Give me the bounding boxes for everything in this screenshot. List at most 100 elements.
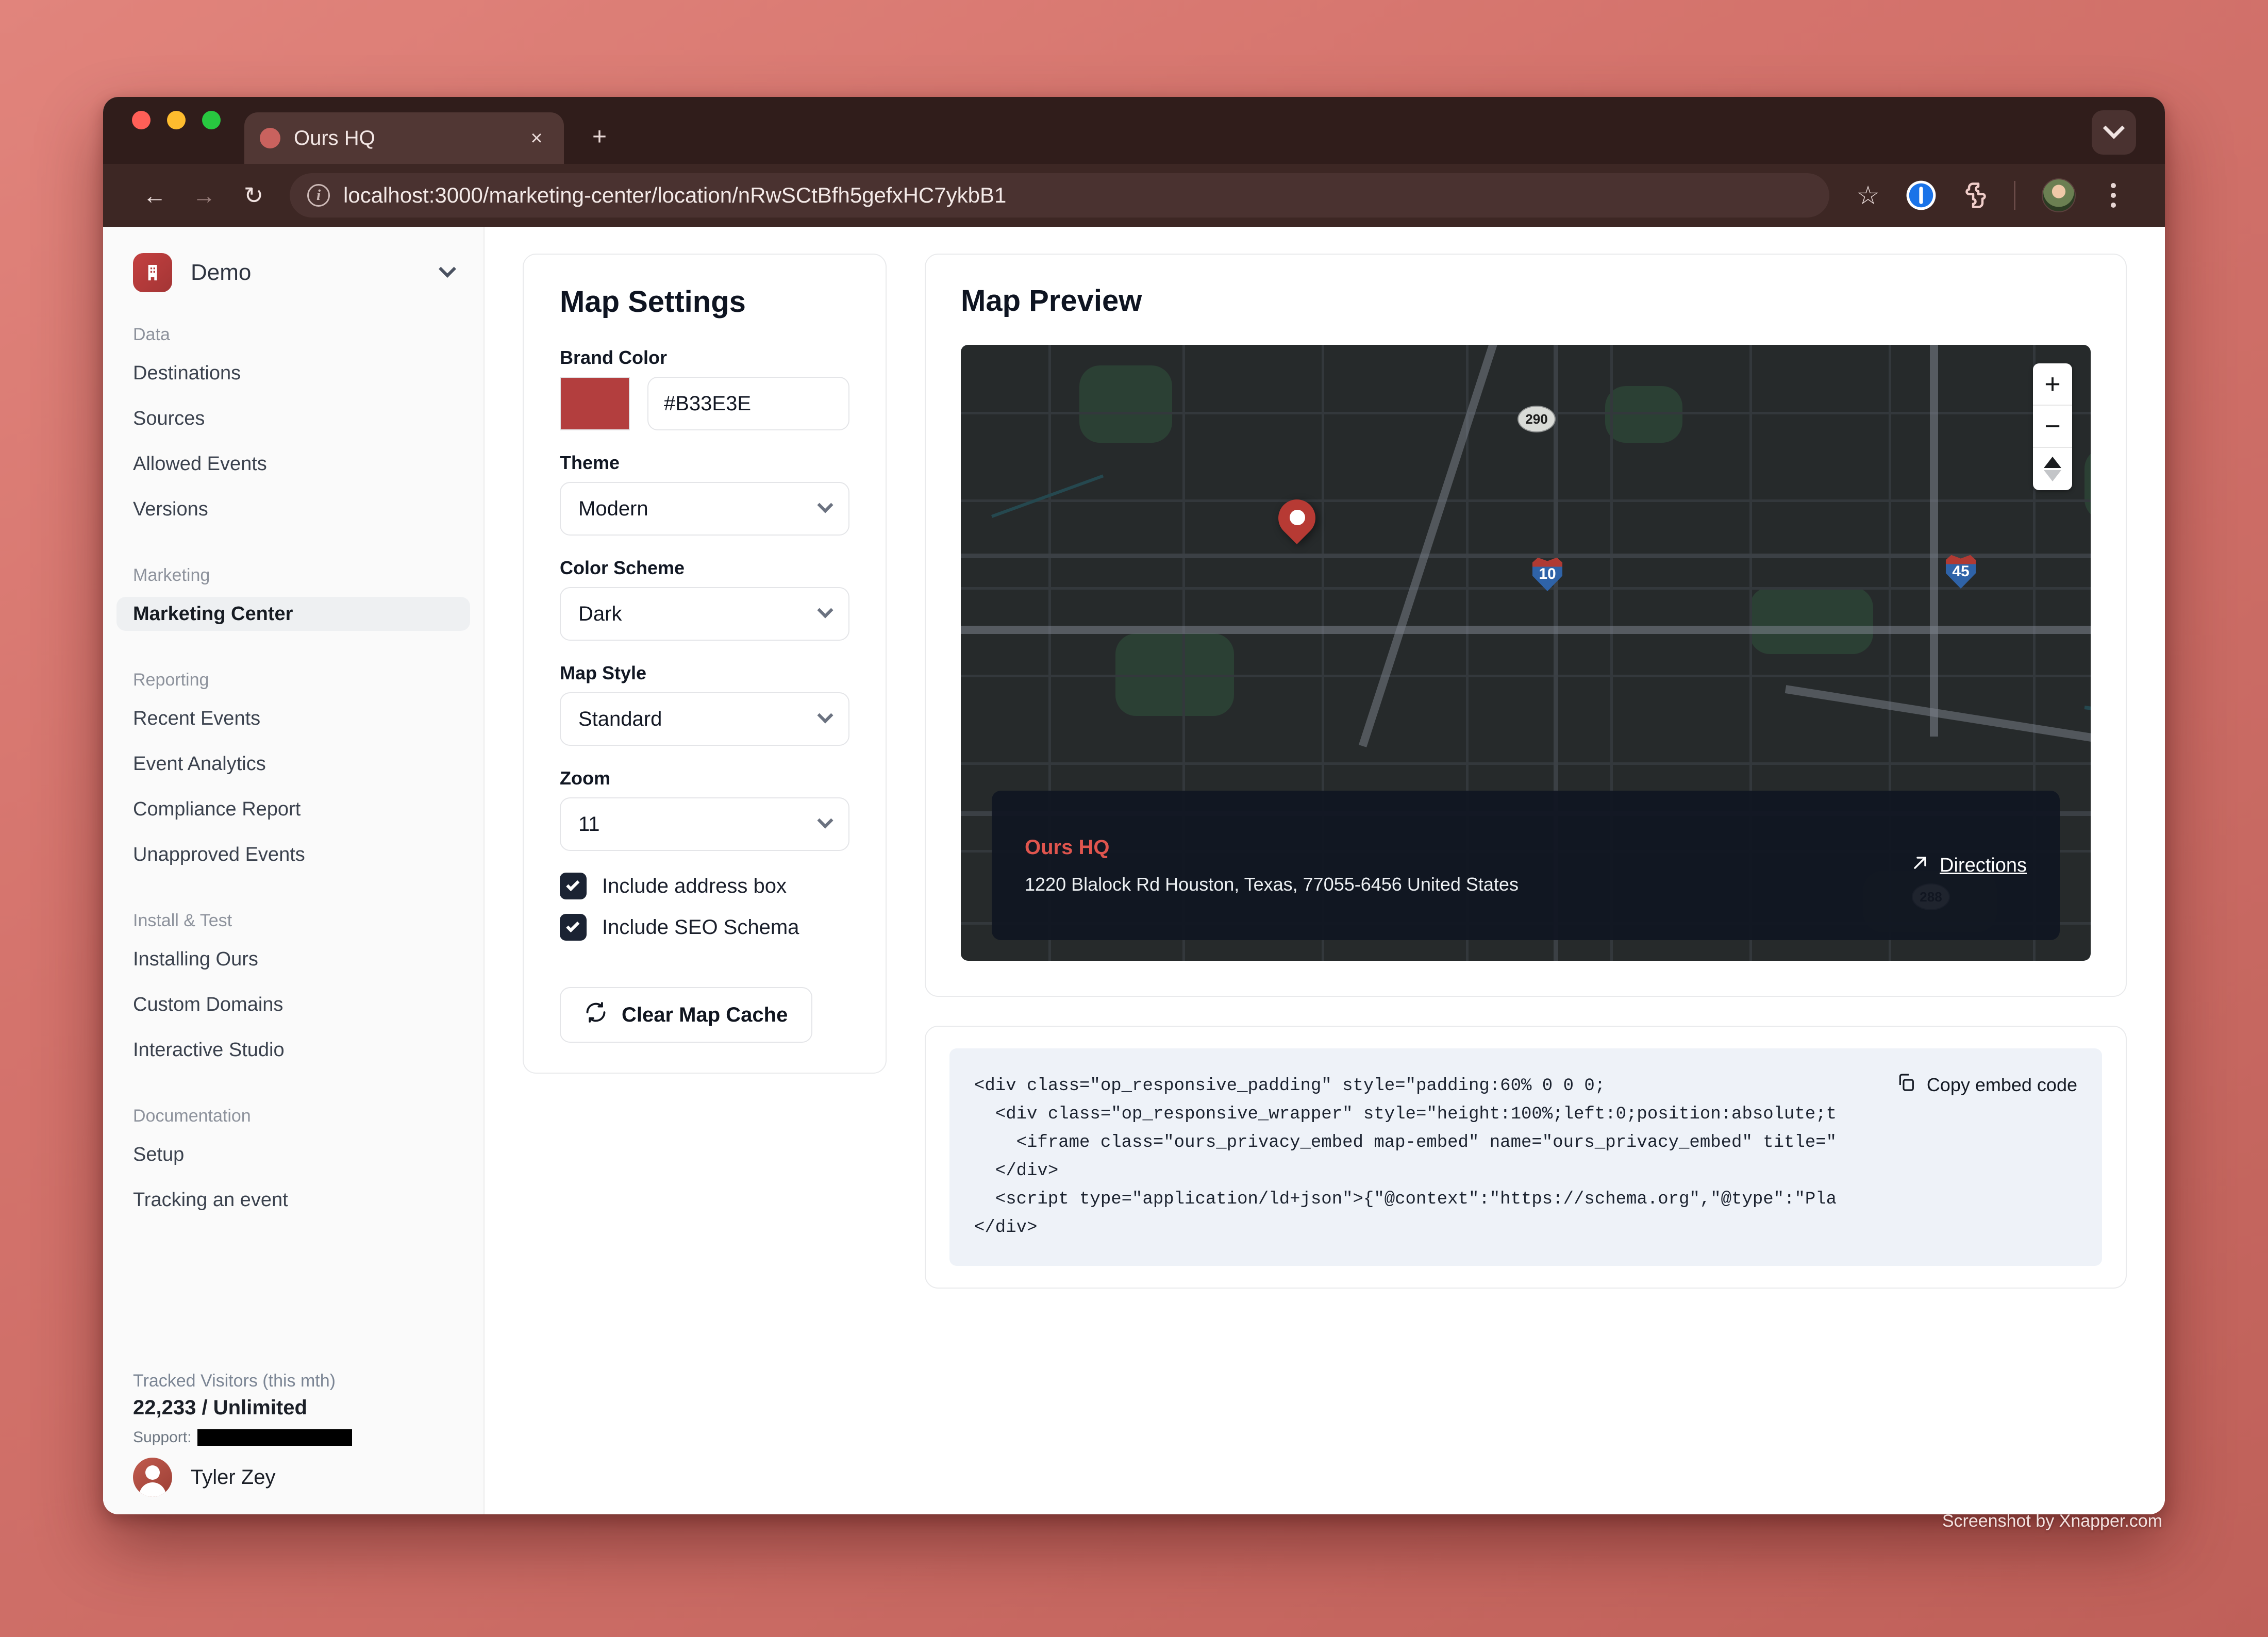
forward-button[interactable]: → [179, 171, 229, 220]
sidebar-section-title-install-test: Install & Test [103, 911, 483, 931]
sidebar-item-event-analytics[interactable]: Event Analytics [103, 747, 483, 781]
chevron-down-icon [2103, 117, 2125, 139]
app-page: Demo Data Destinations Sources Allowed E… [103, 227, 2165, 1514]
sidebar-spacer [103, 538, 483, 565]
map-preview-panel: Map Preview [925, 254, 2127, 997]
sidebar-item-destinations[interactable]: Destinations [103, 356, 483, 390]
reset-north-icon[interactable] [2033, 448, 2072, 490]
arrow-up-right-icon [1910, 853, 1930, 878]
close-window-button[interactable] [132, 111, 151, 129]
theme-select[interactable]: Modern [560, 482, 849, 536]
color-scheme-label: Color Scheme [560, 557, 849, 579]
screenshot-watermark: Screenshot by Xnapper.com [1942, 1511, 2162, 1531]
support-redacted-value [197, 1429, 352, 1446]
site-favicon [260, 128, 280, 148]
sidebar: Demo Data Destinations Sources Allowed E… [103, 227, 485, 1514]
embed-code-text: <div class="op_responsive_padding" style… [974, 1072, 2077, 1242]
directions-link[interactable]: Directions [1910, 853, 2027, 878]
include-address-box-row[interactable]: Include address box [560, 873, 849, 899]
sidebar-item-unapproved-events[interactable]: Unapproved Events [103, 838, 483, 872]
include-seo-schema-label: Include SEO Schema [602, 916, 799, 939]
avatar [133, 1458, 172, 1497]
tab-list-button[interactable] [2092, 110, 2136, 155]
include-address-box-checkbox[interactable] [560, 873, 587, 899]
close-tab-button[interactable]: × [525, 128, 548, 148]
user-profile[interactable]: Tyler Zey [133, 1458, 454, 1497]
maximize-window-button[interactable] [202, 111, 221, 129]
brand-color-input[interactable]: #B33E3E [647, 377, 849, 430]
support-label: Support: [133, 1429, 191, 1446]
map-zoom-controls: + − [2033, 363, 2072, 490]
new-tab-button[interactable]: + [581, 125, 618, 164]
sidebar-item-marketing-center[interactable]: Marketing Center [116, 597, 470, 631]
embed-code-block[interactable]: <div class="op_responsive_padding" style… [949, 1048, 2102, 1266]
sidebar-item-custom-domains[interactable]: Custom Domains [103, 988, 483, 1022]
sidebar-item-sources[interactable]: Sources [103, 402, 483, 436]
directions-label: Directions [1940, 855, 2027, 877]
address-bar[interactable]: i localhost:3000/marketing-center/locati… [290, 173, 1829, 218]
sidebar-item-installing-ours[interactable]: Installing Ours [103, 942, 483, 976]
chevron-down-icon [817, 812, 833, 828]
building-icon [133, 253, 172, 292]
user-name: Tyler Zey [191, 1466, 275, 1489]
include-seo-schema-checkbox[interactable] [560, 914, 587, 941]
zoom-value: 11 [578, 813, 600, 836]
embed-code-panel: <div class="op_responsive_padding" style… [925, 1026, 2127, 1289]
org-switcher[interactable]: Demo [103, 249, 483, 296]
map-style-value: Standard [578, 708, 662, 731]
address-text-group: Ours HQ 1220 Blalock Rd Houston, Texas, … [1025, 836, 1519, 895]
zoom-label: Zoom [560, 767, 849, 789]
sidebar-spacer [103, 883, 483, 911]
chevron-down-icon [817, 602, 833, 618]
brand-color-swatch[interactable] [560, 377, 630, 430]
page-title: Map Settings [560, 285, 849, 319]
sidebar-item-tracking-an-event[interactable]: Tracking an event [103, 1183, 483, 1217]
brand-color-field: Brand Color #B33E3E [560, 347, 849, 430]
sidebar-item-versions[interactable]: Versions [103, 492, 483, 526]
minimize-window-button[interactable] [167, 111, 186, 129]
browser-tab[interactable]: Ours HQ × [244, 112, 564, 164]
sidebar-section-title-data: Data [103, 325, 483, 345]
map-style-field: Map Style Standard [560, 662, 849, 746]
puzzle-piece-icon[interactable] [1951, 171, 2000, 220]
onepassword-icon[interactable] [1896, 171, 1946, 220]
chevron-down-icon [439, 260, 456, 278]
sidebar-item-allowed-events[interactable]: Allowed Events [103, 447, 483, 481]
url-text: localhost:3000/marketing-center/location… [343, 183, 1006, 208]
zoom-select[interactable]: 11 [560, 797, 849, 851]
three-dot-menu-icon[interactable] [2089, 171, 2138, 220]
toolbar-divider [2014, 181, 2015, 210]
route-shield-10: 10 [1530, 556, 1564, 591]
sidebar-item-setup[interactable]: Setup [103, 1138, 483, 1172]
sidebar-item-recent-events[interactable]: Recent Events [103, 701, 483, 736]
sidebar-section-title-documentation: Documentation [103, 1106, 483, 1126]
copy-embed-code-button[interactable]: Copy embed code [1883, 1072, 2077, 1097]
clear-map-cache-button[interactable]: Clear Map Cache [560, 987, 812, 1043]
sidebar-item-compliance-report[interactable]: Compliance Report [103, 792, 483, 826]
location-name: Ours HQ [1025, 836, 1519, 859]
map-pin-icon[interactable] [1278, 499, 1315, 549]
theme-field: Theme Modern [560, 452, 849, 536]
zoom-out-button[interactable]: − [2033, 406, 2072, 448]
browser-window: Ours HQ × + ← → ↻ i localhost:3000/marke… [103, 97, 2165, 1514]
profile-avatar[interactable] [2034, 171, 2083, 220]
map-settings-panel: Map Settings Brand Color #B33E3E Theme M… [523, 254, 887, 1074]
map-canvas[interactable]: 290 10 45 288 Houston + − [961, 345, 2091, 961]
star-icon[interactable]: ☆ [1845, 180, 1891, 210]
include-seo-schema-row[interactable]: Include SEO Schema [560, 914, 849, 941]
sidebar-spacer [103, 1078, 483, 1106]
sidebar-item-interactive-studio[interactable]: Interactive Studio [103, 1033, 483, 1067]
chevron-down-icon [817, 707, 833, 723]
zoom-in-button[interactable]: + [2033, 363, 2072, 406]
browser-tab-strip: Ours HQ × + [103, 97, 2165, 164]
map-preview-title: Map Preview [961, 283, 2091, 318]
refresh-icon [585, 1001, 607, 1029]
reload-button[interactable]: ↻ [229, 171, 278, 220]
info-circle-icon[interactable]: i [307, 184, 330, 207]
color-scheme-field: Color Scheme Dark [560, 557, 849, 641]
copy-embed-code-label: Copy embed code [1927, 1074, 2077, 1096]
back-button[interactable]: ← [130, 171, 179, 220]
browser-toolbar: ← → ↻ i localhost:3000/marketing-center/… [103, 164, 2165, 227]
map-style-select[interactable]: Standard [560, 692, 849, 746]
color-scheme-select[interactable]: Dark [560, 587, 849, 641]
